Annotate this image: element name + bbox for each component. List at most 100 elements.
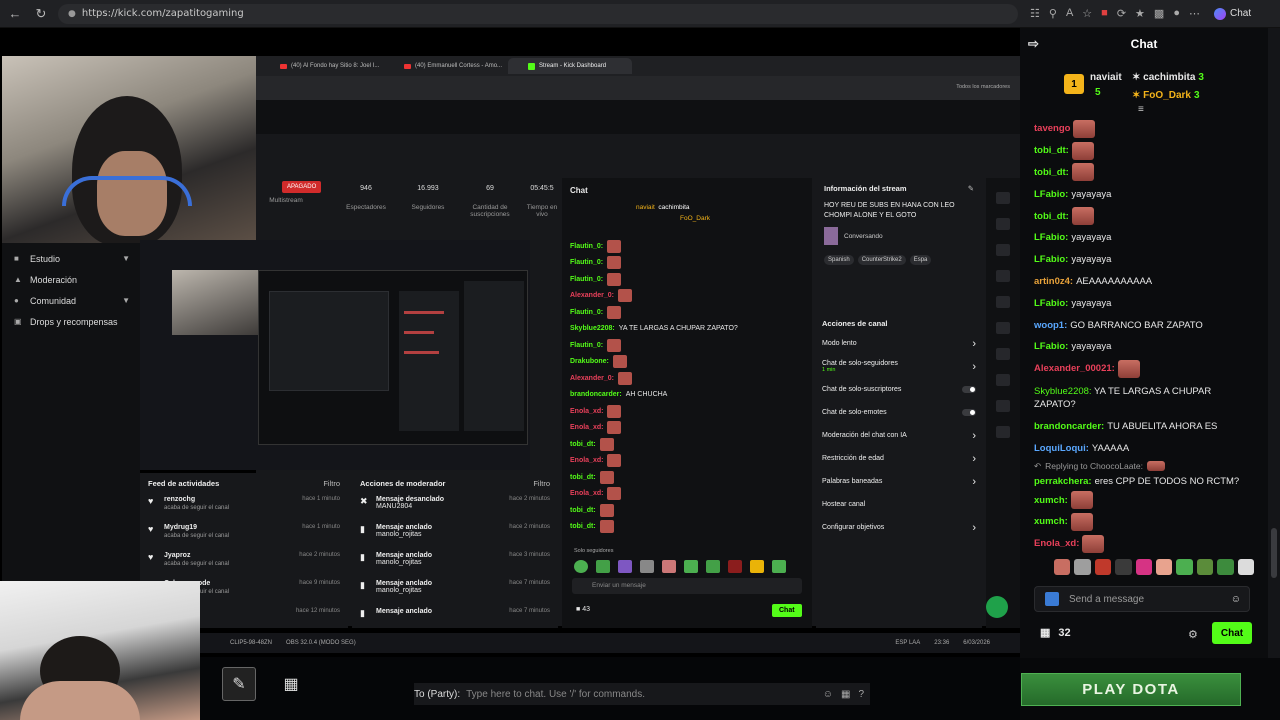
dashboard-tab[interactable]: (40) Al Fondo hay Sitio 8: Joel I...	[260, 58, 384, 74]
chat-username[interactable]: Flautin_0:	[570, 309, 603, 316]
chat-message-input[interactable]: Send a message ☺	[1034, 586, 1250, 612]
dota-hero-icon[interactable]: ✎	[222, 667, 256, 701]
emoji-icon[interactable]: ☺	[1231, 594, 1241, 605]
reload-icon[interactable]: ↻	[30, 3, 52, 25]
chat-username[interactable]: Enola_xd:	[570, 490, 603, 497]
emote	[599, 520, 614, 534]
dashboard-tab[interactable]: Stream - Kick Dashboard	[508, 58, 632, 74]
chat-username[interactable]: tobi_dt:	[1034, 211, 1069, 222]
heart-icon: ♥	[148, 552, 154, 562]
page-scrollbar[interactable]	[1268, 28, 1280, 658]
help-icon[interactable]: ?	[858, 689, 864, 700]
reply-indicator: ↶ Replying to ChoocoLaate:	[1034, 459, 1254, 473]
dashboard-chat-messages: Flautin_0: Flautin_0: Flautin_0: Alexander_…	[570, 238, 804, 535]
emote	[607, 421, 622, 435]
chat-username[interactable]: Flautin_0:	[570, 342, 603, 349]
channel-action[interactable]: Palabras baneadas ›	[822, 470, 976, 493]
chat-username[interactable]: xumch:	[1034, 495, 1068, 506]
copilot-chat-button[interactable]: Chat	[1213, 7, 1251, 20]
sidebar-item-comunidad[interactable]: ● Comunidad ▼	[2, 290, 140, 311]
read-aloud-icon[interactable]: A	[1066, 7, 1073, 20]
chat-username[interactable]: brandoncarder:	[1034, 421, 1104, 432]
favorites-bar-icon[interactable]: ★	[1135, 7, 1145, 20]
favorite-icon[interactable]: ☆	[1082, 7, 1092, 20]
chat-username[interactable]: LFabio:	[1034, 298, 1068, 309]
edit-icon[interactable]: ✎	[968, 184, 974, 193]
zoom-icon[interactable]: ⚲	[1049, 7, 1057, 20]
chat-username[interactable]: xumch:	[1034, 516, 1068, 527]
chat-username[interactable]: brandoncarder:	[570, 391, 622, 398]
emoji-icon[interactable]: ☺	[823, 689, 833, 700]
chat-username[interactable]: Flautin_0:	[570, 243, 603, 250]
chat-username[interactable]: LFabio:	[1034, 341, 1068, 352]
chat-username[interactable]: Flautin_0:	[570, 259, 603, 266]
chat-username[interactable]: tobi_dt:	[570, 441, 596, 448]
channel-action[interactable]: Hostear canal	[822, 493, 976, 516]
category-thumbnail	[824, 227, 838, 245]
send-chat-button[interactable]: Chat	[1212, 622, 1252, 644]
chat-username[interactable]: woop1:	[1034, 320, 1067, 331]
extension-icon[interactable]: ■	[1101, 7, 1108, 20]
refresh-extension-icon[interactable]: ⟳	[1117, 7, 1126, 20]
chat-wheel-icon[interactable]: ▦	[841, 689, 850, 700]
channel-action[interactable]: Modo lento ›	[822, 332, 976, 355]
play-dota-button[interactable]: PLAY DOTA	[1021, 673, 1241, 706]
gift-icon: ▣	[14, 317, 22, 326]
chat-username[interactable]: Skyblue2208:	[570, 325, 615, 332]
emote	[1071, 207, 1094, 226]
dashboard-tab[interactable]: (40) Emmanuell Cortess - Amo...	[384, 58, 508, 74]
feed-item: ♥ Jyaproz acaba de seguir el canal hace 2 m…	[148, 552, 340, 567]
party-chat-input[interactable]: To (Party): Type here to chat. Use '/' f…	[414, 683, 870, 705]
stream-video[interactable]: (40) Al Fondo hay Sitio 8: Joel I... (40…	[0, 28, 1020, 720]
channel-action[interactable]: Chat de solo-emotes	[822, 401, 976, 424]
gear-icon[interactable]: ⚙	[1188, 628, 1198, 641]
back-icon[interactable]: ←	[4, 3, 26, 25]
feed-filter-button[interactable]: Filtro	[323, 479, 340, 488]
sidebar-item-moderacion[interactable]: ▲ Moderación	[2, 269, 140, 290]
chat-username[interactable]: tavengo	[1034, 123, 1070, 134]
support-icon[interactable]	[986, 596, 1008, 618]
address-bar[interactable]: ● https://kick.com/zapatitogaming	[58, 3, 1018, 24]
profile-icon[interactable]: ●	[1173, 7, 1180, 20]
channel-action[interactable]: Configurar objetivos ›	[822, 516, 976, 539]
channel-action[interactable]: Chat de solo-seguidores 1 min ›	[822, 355, 976, 378]
chat-username[interactable]: Enola_xd:	[570, 424, 603, 431]
chat-username[interactable]: Alexander_0:	[570, 375, 614, 382]
chat-username[interactable]: tobi_dt:	[570, 507, 596, 514]
chat-username[interactable]: Alexander_00021:	[1034, 363, 1115, 374]
chat-username[interactable]: LFabio:	[1034, 254, 1068, 265]
sidebar-item-drops[interactable]: ▣ Drops y recompensas	[2, 311, 140, 332]
chat-username[interactable]: Enola_xd:	[570, 457, 603, 464]
toggle-switch[interactable]	[962, 409, 976, 416]
chat-username[interactable]: tobi_dt:	[570, 523, 596, 530]
chat-username[interactable]: Flautin_0:	[570, 276, 603, 283]
chat-username[interactable]: Drakubone:	[570, 358, 609, 365]
dota-menu-icon[interactable]: ▦	[274, 667, 308, 701]
chat-username[interactable]: Enola_xd:	[570, 408, 603, 415]
chat-username[interactable]: Alexander_0:	[570, 292, 614, 299]
chat-username[interactable]: LFabio:	[1034, 232, 1068, 243]
chat-username[interactable]: LoquiLoqui:	[1034, 443, 1089, 454]
dashboard-chat-input[interactable]: Enviar un mensaje	[572, 578, 802, 594]
chat-username[interactable]: tobi_dt:	[1034, 145, 1069, 156]
emote-picker-icon[interactable]	[1045, 592, 1059, 606]
collections-icon[interactable]: ▩	[1154, 7, 1164, 20]
chat-username[interactable]: artin0z4:	[1034, 276, 1073, 287]
chat-username[interactable]: tobi_dt:	[1034, 167, 1069, 178]
chat-username[interactable]: tobi_dt:	[570, 474, 596, 481]
toggle-switch[interactable]	[962, 386, 976, 393]
translate-icon[interactable]: ☷	[1030, 7, 1040, 20]
headset-icon	[62, 176, 192, 206]
channel-action[interactable]: Chat de solo-suscriptores	[822, 378, 976, 401]
more-icon[interactable]: ⋯	[1189, 7, 1200, 20]
collapse-chat-icon[interactable]: ⇨	[1028, 36, 1039, 52]
channel-action-sub: 1 min	[822, 367, 836, 373]
chat-username[interactable]: LFabio:	[1034, 189, 1068, 200]
channel-action[interactable]: Moderación del chat con IA ›	[822, 424, 976, 447]
expand-icon[interactable]: ≡	[1138, 104, 1144, 115]
dashboard-chat-send-button[interactable]: Chat	[772, 604, 802, 617]
channel-action[interactable]: Restricción de edad ›	[822, 447, 976, 470]
mod-filter-button[interactable]: Filtro	[533, 479, 550, 488]
chat-username[interactable]: Enola_xd:	[1034, 538, 1079, 549]
sidebar-item-estudio[interactable]: ■ Estudio ▼	[2, 248, 140, 269]
